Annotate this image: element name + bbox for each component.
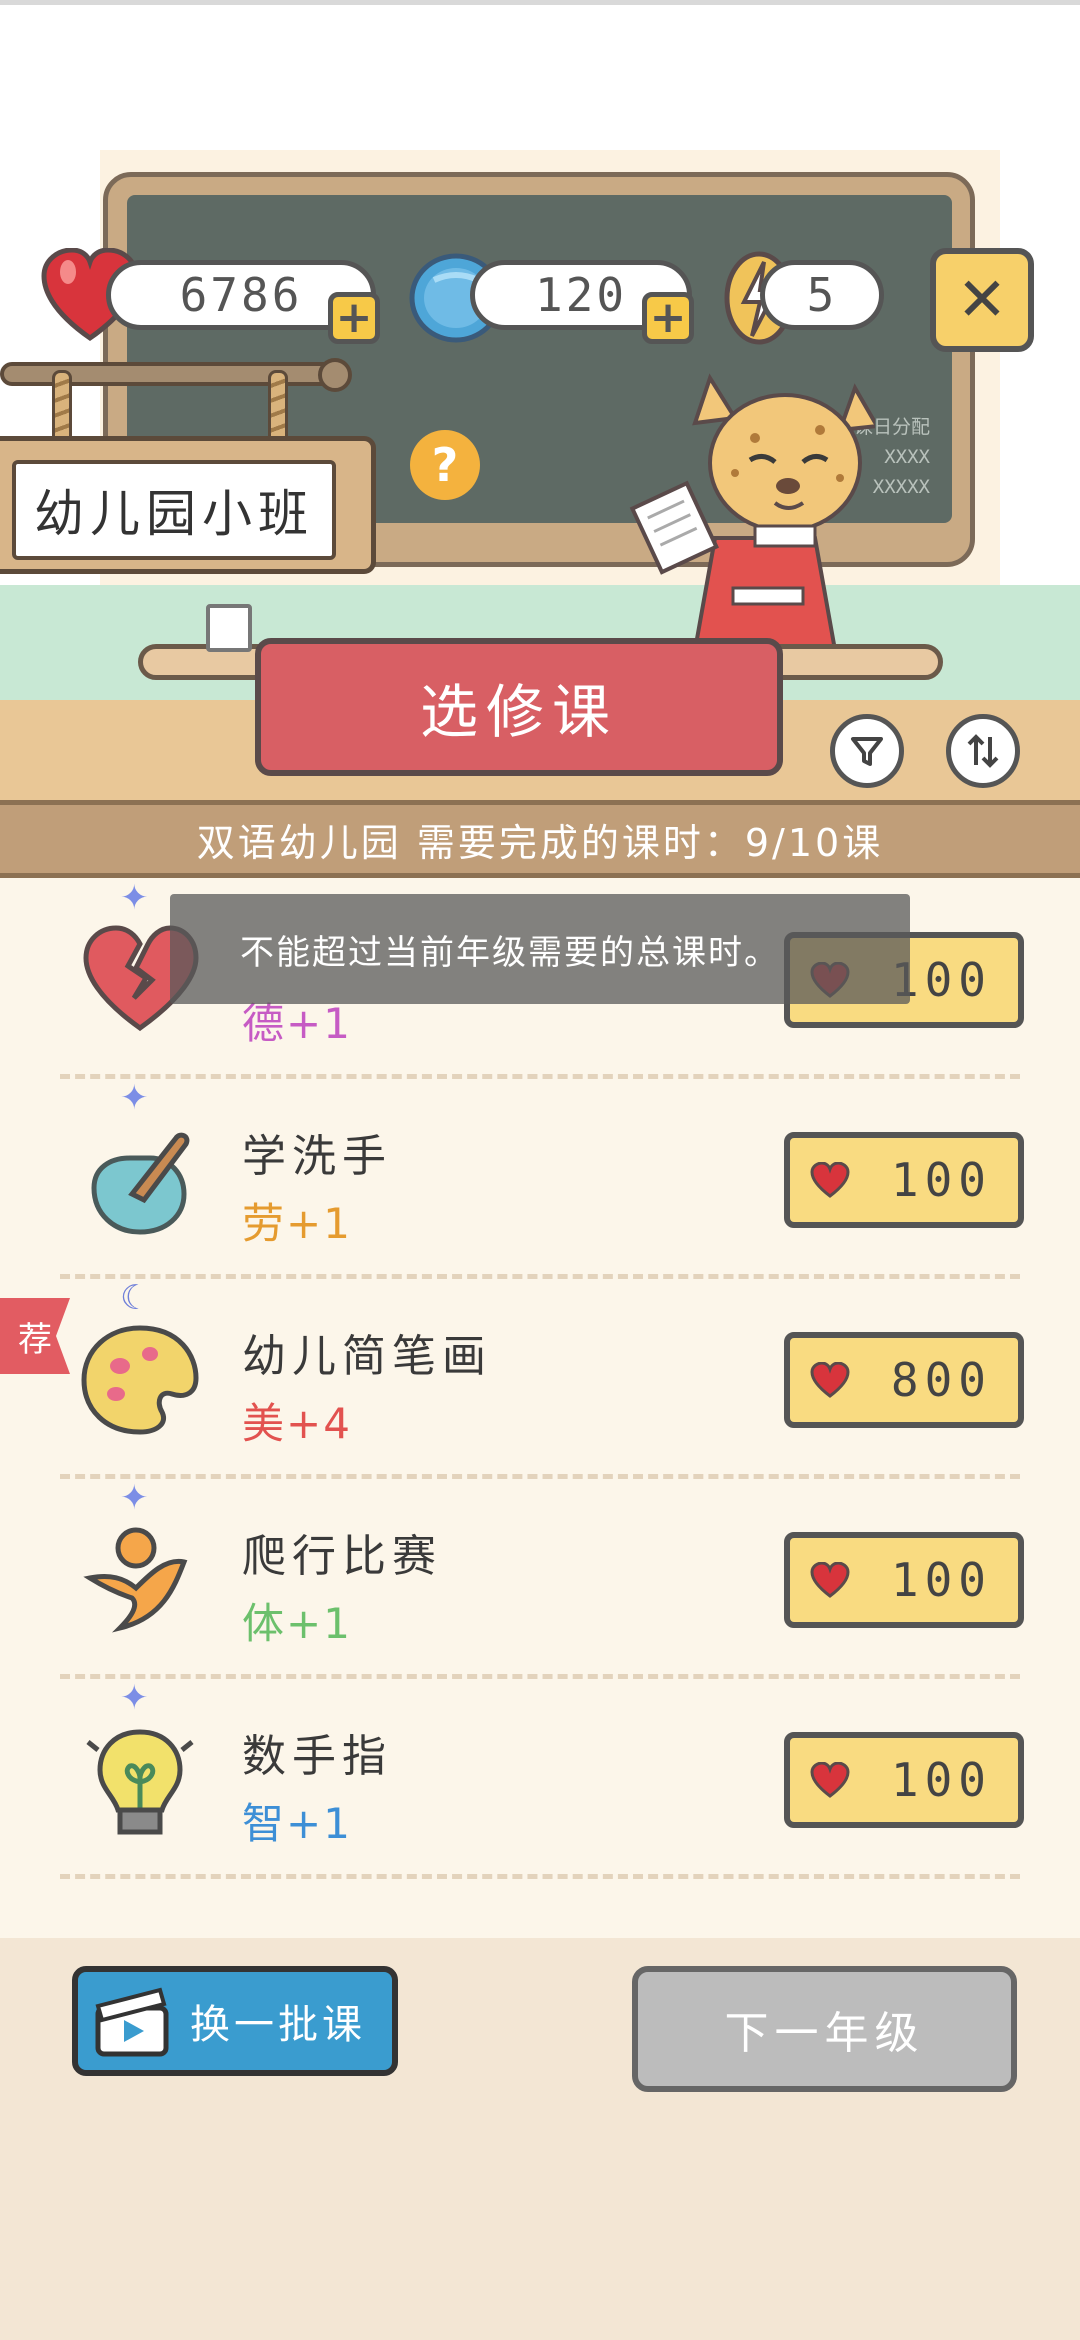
help-button[interactable]: ? (410, 430, 480, 500)
sparkle-icon: ✦ (120, 1078, 149, 1118)
course-icon-container: ✦ (80, 1678, 200, 1848)
sparkle-icon: ✦ (120, 878, 149, 918)
close-button[interactable]: ✕ (930, 248, 1034, 352)
sort-button[interactable] (946, 714, 1020, 788)
moon-icon: ☾ (120, 1278, 151, 1318)
sign-rod-knob (318, 358, 352, 392)
status-bar-edge (0, 0, 1080, 5)
heart-icon (810, 1162, 850, 1198)
heart-icon (810, 1762, 850, 1798)
course-name: 学洗手 (242, 1131, 392, 1182)
course-icon-container: ✦ (80, 1478, 200, 1648)
course-name: 数手指 (242, 1731, 392, 1782)
course-name: 爬行比赛 (242, 1531, 442, 1582)
toast-message: 不能超过当前年级需要的总课时。 (170, 894, 910, 1004)
progress-banner: 双语幼儿园 需要完成的课时：9/10课 (0, 800, 1080, 878)
sort-arrows-icon (967, 734, 999, 768)
grade-sign-label: 幼儿园小班 (12, 460, 336, 560)
course-row: ✦ 数手指 智+1 100 (0, 1678, 1080, 1879)
teacher-leopard-character (629, 373, 875, 650)
course-icon-container: ☾ (80, 1278, 200, 1448)
paint-palette-icon (81, 1325, 199, 1435)
cup-icon (206, 604, 252, 652)
sparkle-icon: ✦ (120, 1678, 149, 1718)
add-hearts-button[interactable]: + (328, 292, 380, 344)
course-bonus: 智+1 (242, 1799, 352, 1848)
filter-button[interactable] (830, 714, 904, 788)
question-icon: ? (431, 438, 459, 492)
buy-course-button[interactable]: 100 (784, 1132, 1024, 1228)
course-icon-container: ✦ (80, 1078, 200, 1248)
course-price: 100 (890, 1553, 992, 1607)
heart-icon (810, 1362, 850, 1398)
next-grade-button[interactable]: 下一年级 (632, 1966, 1017, 2092)
row-divider (60, 1874, 1020, 1879)
funnel-icon (851, 737, 883, 766)
course-bonus: 美+4 (242, 1399, 352, 1448)
course-bonus: 劳+1 (242, 1199, 352, 1248)
course-name: 幼儿简笔画 (242, 1331, 492, 1382)
buy-course-button[interactable]: 100 (784, 1532, 1024, 1628)
course-row: ✦ 爬行比赛 体+1 100 (0, 1478, 1080, 1679)
course-bonus: 体+1 (242, 1599, 352, 1648)
course-price: 100 (890, 1153, 992, 1207)
lightbulb-icon (86, 1729, 194, 1835)
add-coins-button[interactable]: + (642, 292, 694, 344)
running-person-icon (83, 1527, 188, 1633)
course-row: ✦ 学洗手 劳+1 100 (0, 1078, 1080, 1279)
buy-course-button[interactable]: 100 (784, 1732, 1024, 1828)
hand-washing-icon (91, 1132, 190, 1235)
change-courses-label: 换一批课 (190, 2002, 366, 2048)
course-price: 800 (890, 1353, 992, 1407)
energy-counter: 5 (760, 260, 884, 330)
video-clapper-icon (95, 1987, 169, 2057)
course-row: ☾ 幼儿简笔画 美+4 800 (0, 1278, 1080, 1479)
close-icon: ✕ (956, 265, 1008, 335)
heart-icon (810, 1562, 850, 1598)
elective-course-title: 选修课 (255, 638, 783, 776)
course-price: 100 (890, 1753, 992, 1807)
sparkle-icon: ✦ (120, 1478, 149, 1518)
buy-course-button[interactable]: 800 (784, 1332, 1024, 1428)
